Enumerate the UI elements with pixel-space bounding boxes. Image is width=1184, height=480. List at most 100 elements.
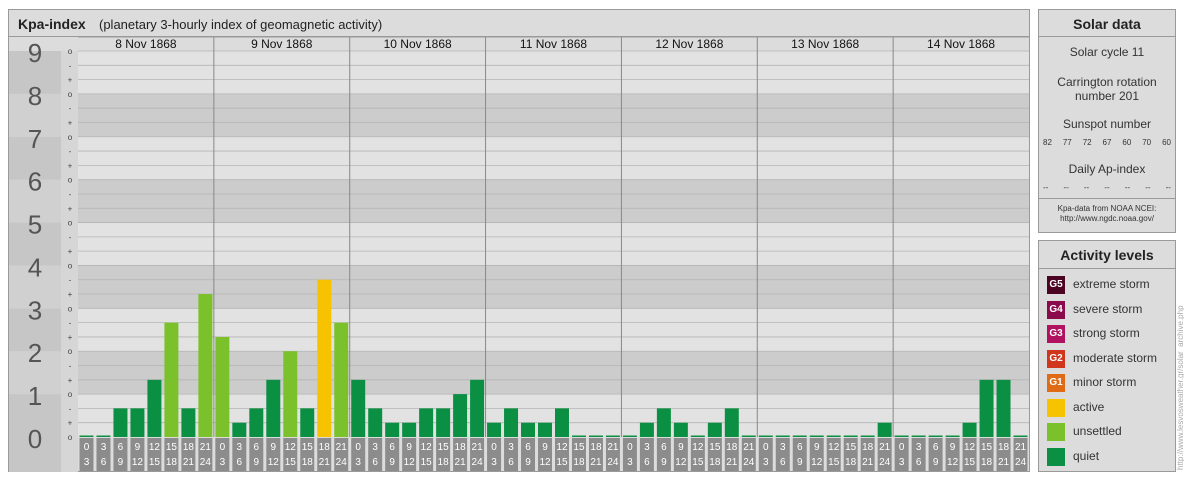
interval-end-label: 9: [661, 457, 667, 468]
sunspot-value: 82: [1043, 138, 1052, 147]
interval-end-label: 24: [200, 457, 212, 468]
minor-tick-label: +: [68, 419, 73, 428]
day-label: 13 Nov 1868: [791, 37, 859, 51]
swatch-g2: G2: [1047, 349, 1065, 368]
swatch-g5: G5: [1047, 276, 1065, 294]
kp-bar: [215, 336, 230, 437]
swatch-g4: G4: [1047, 300, 1065, 319]
minor-tick-label: o: [68, 390, 73, 399]
interval-start-label: 18: [455, 442, 467, 453]
interval-end-label: 18: [709, 457, 721, 468]
kp-bar: [1013, 435, 1028, 437]
minor-tick-label: +: [68, 247, 73, 256]
interval-start-label: 21: [200, 442, 212, 453]
activity-levels-panel: Activity levels G5 extreme storm G4 seve…: [1038, 240, 1176, 472]
chart-title: Kpa-index: [18, 16, 86, 32]
swatch-quiet: [1047, 447, 1065, 466]
legend-label: quiet: [1073, 448, 1100, 463]
swatch-g1: G1: [1047, 374, 1065, 392]
interval-end-label: 12: [268, 457, 280, 468]
interval-end-label: 21: [862, 457, 874, 468]
interval-end-label: 6: [916, 457, 922, 468]
day-label: 14 Nov 1868: [927, 37, 995, 51]
minor-tick-label: o: [68, 47, 73, 56]
legend-label: extreme storm: [1073, 277, 1150, 291]
y-tick-label: 1: [28, 381, 42, 411]
minor-tick-label: -: [69, 404, 72, 413]
interval-end-label: 21: [998, 457, 1010, 468]
minor-tick-label: -: [69, 61, 72, 70]
interval-end-label: 9: [118, 457, 124, 468]
y-tick-label: 2: [28, 338, 42, 368]
interval-start-label: 6: [118, 442, 124, 453]
interval-end-label: 3: [491, 457, 497, 468]
interval-start-label: 3: [101, 442, 107, 453]
level-band: [78, 179, 1029, 223]
ap-value: --: [1165, 183, 1171, 192]
interval-end-label: 12: [947, 457, 959, 468]
kp-bar: [996, 379, 1011, 437]
kp-bar: [656, 408, 671, 437]
kp-bar: [877, 422, 892, 437]
day-label: 12 Nov 1868: [655, 37, 723, 51]
kp-bar: [368, 408, 383, 437]
interval-start-label: 21: [472, 442, 484, 453]
kp-bar: [521, 422, 536, 437]
interval-start-label: 12: [964, 442, 976, 453]
legend-label: unsettled: [1073, 424, 1122, 438]
kp-bar: [402, 422, 417, 437]
kp-bar: [266, 379, 281, 437]
kp-bar: [690, 435, 705, 437]
interval-start-label: 18: [590, 442, 602, 453]
interval-start-label: 6: [525, 442, 531, 453]
y-tick-label: 7: [28, 124, 42, 154]
ap-value: --: [1043, 183, 1049, 192]
interval-start-label: 0: [491, 442, 497, 453]
swatch-g3: G3: [1047, 325, 1065, 343]
minor-tick-label: o: [68, 261, 73, 270]
interval-end-label: 6: [644, 457, 650, 468]
chart-header: Kpa-index (planetary 3-hourly index of g…: [9, 10, 1029, 37]
kp-bar: [622, 435, 637, 437]
interval-start-label: 21: [607, 442, 619, 453]
interval-end-label: 3: [627, 457, 633, 468]
kp-bar: [843, 435, 858, 437]
kp-bar: [436, 408, 451, 437]
day-label: 9 Nov 1868: [251, 37, 313, 51]
interval-start-label: 9: [678, 442, 684, 453]
kp-bar: [860, 435, 875, 437]
interval-end-label: 18: [302, 457, 314, 468]
interval-start-label: 6: [661, 442, 667, 453]
interval-start-label: 0: [899, 442, 905, 453]
interval-end-label: 12: [132, 457, 144, 468]
legend-label: minor storm: [1073, 375, 1137, 389]
sunspot-value: 70: [1142, 138, 1152, 147]
activity-levels-title: Activity levels: [1060, 247, 1154, 263]
interval-end-label: 6: [508, 457, 514, 468]
interval-end-label: 15: [149, 457, 161, 468]
kp-bar: [419, 408, 434, 437]
ap-index-title: Daily Ap-index: [1068, 162, 1146, 176]
interval-start-label: 15: [981, 442, 993, 453]
data-source-line1: Kpa-data from NOAA NCEI:: [1057, 204, 1157, 213]
kp-bar: [147, 379, 162, 437]
sunspot-value: 72: [1082, 138, 1092, 147]
minor-tick-label: +: [68, 204, 73, 213]
kp-bar: [453, 394, 468, 437]
chart-subtitle: (planetary 3-hourly index of geomagnetic…: [99, 17, 383, 32]
interval-start-label: 0: [763, 442, 769, 453]
data-source-link[interactable]: http://www.ngdc.noaa.gov/: [1039, 214, 1175, 224]
interval-start-label: 18: [183, 442, 195, 453]
kp-bar: [249, 408, 264, 437]
interval-start-label: 18: [319, 442, 331, 453]
interval-end-label: 24: [336, 457, 348, 468]
interval-end-label: 24: [879, 457, 891, 468]
interval-end-label: 18: [438, 457, 450, 468]
interval-end-label: 15: [556, 457, 568, 468]
minor-tick-label: o: [68, 347, 73, 356]
interval-start-label: 3: [508, 442, 514, 453]
interval-start-label: 0: [627, 442, 633, 453]
source-credit: http://www.lesvosweather.gr/solar_archiv…: [1176, 305, 1184, 470]
swatch-unsettled: [1047, 423, 1065, 441]
kp-bar: [385, 422, 400, 437]
